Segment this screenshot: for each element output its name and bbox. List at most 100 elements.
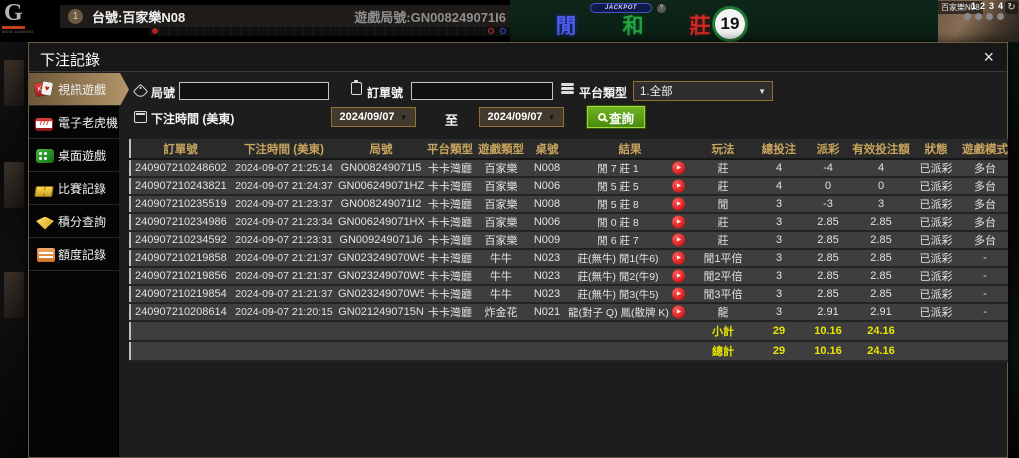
sidebar-item-match-records[interactable]: 比賽記錄 xyxy=(29,172,119,205)
sidebar-item-label: 積分查詢 xyxy=(58,213,106,230)
road-marker-icon xyxy=(152,28,158,34)
cell-play-type: 莊 xyxy=(692,177,754,195)
subtotal-valid-bet: 24.16 xyxy=(852,321,910,341)
sidebar-item-table-games[interactable]: 桌面遊戲 xyxy=(29,139,119,172)
grand-total-spacer xyxy=(130,341,692,361)
subtotal-status-empty xyxy=(910,321,962,341)
gem-icon xyxy=(36,217,54,230)
video-thumbnail[interactable]: 百家樂N08 1234 ↻ xyxy=(938,0,1019,46)
cards-icon xyxy=(35,81,53,98)
refresh-icon[interactable]: ↻ xyxy=(1005,1,1018,14)
close-icon[interactable]: × xyxy=(983,46,994,68)
cell-payout: 2.85 xyxy=(804,285,852,303)
sidebar-item-quota-records[interactable]: 額度記錄 xyxy=(29,238,119,271)
cell-result: 閒 6 莊 7 xyxy=(568,231,692,249)
cell-platform: 卡卡灣廳 xyxy=(424,231,476,249)
camera-tab-1[interactable]: 1 xyxy=(971,1,976,11)
cell-platform: 卡卡灣廳 xyxy=(424,285,476,303)
cell-game-type: 牛牛 xyxy=(476,267,526,285)
table-row: 2409072102349862024-09-07 21:23:34GN0062… xyxy=(130,213,1008,231)
bet-tie-button[interactable]: 和 xyxy=(605,14,661,40)
sidebar-item-slot-machines[interactable]: 電子老虎機 xyxy=(29,106,119,139)
bet-player-button[interactable]: 閒 xyxy=(538,14,594,40)
sidebar-item-label: 視訊遊戲 xyxy=(58,81,106,98)
play-video-button[interactable] xyxy=(672,216,685,229)
column-header-1: 下注時間 (美東) xyxy=(230,139,338,159)
modal-body: 視訊遊戲電子老虎機桌面遊戲比賽記錄積分查詢額度記錄 局號 訂單號 平台類型 1.… xyxy=(29,73,1007,457)
play-video-button[interactable] xyxy=(672,162,685,175)
chevron-down-icon: ▼ xyxy=(548,113,556,122)
cell-result: 閒 5 莊 5 xyxy=(568,177,692,195)
platform-type-value: 1.全部 xyxy=(640,83,673,99)
cell-platform: 卡卡灣廳 xyxy=(424,177,476,195)
logo-letter: G xyxy=(2,0,25,29)
column-header-0: 訂單號 xyxy=(130,139,230,159)
table-header-row: 訂單號下注時間 (美東)局號平台類型遊戲類型桌號結果玩法總投注派彩有效投注額狀態… xyxy=(130,139,1008,159)
camera-tab-3[interactable]: 3 xyxy=(989,1,994,11)
table-row: 2409072102198562024-09-07 21:21:37GN0232… xyxy=(130,267,1008,285)
cell-payout: 2.91 xyxy=(804,303,852,321)
cell-play-type: 閒 xyxy=(692,195,754,213)
cell-valid-bet: 2.91 xyxy=(852,303,910,321)
cell-total-bet: 3 xyxy=(754,249,804,267)
order-no-input[interactable] xyxy=(411,82,553,100)
cell-payout: 2.85 xyxy=(804,267,852,285)
column-header-2: 局號 xyxy=(338,139,424,159)
modal-title: 下注記錄 xyxy=(40,49,100,70)
cell-bet-time: 2024-09-07 21:21:37 xyxy=(230,267,338,285)
play-video-button[interactable] xyxy=(672,234,685,247)
cell-total-bet: 4 xyxy=(754,177,804,195)
cell-game-mode: - xyxy=(962,303,1008,321)
cell-valid-bet: 2.85 xyxy=(852,267,910,285)
game-topbar: 1 台號:百家樂N08 遊戲局號:GN008249071I6 xyxy=(60,5,510,28)
cell-payout: 2.85 xyxy=(804,231,852,249)
cell-result: 閒 0 莊 8 xyxy=(568,213,692,231)
camera-dot-icon[interactable] xyxy=(986,13,993,20)
play-video-button[interactable] xyxy=(672,306,685,319)
cell-status: 已派彩 xyxy=(910,195,962,213)
camera-tab-4[interactable]: 4 xyxy=(998,1,1003,11)
search-button[interactable]: 查詢 xyxy=(587,106,645,128)
slot-icon xyxy=(35,118,53,131)
play-video-button[interactable] xyxy=(672,198,685,211)
camera-dot-icon[interactable] xyxy=(964,13,971,20)
cell-order-no: 240907210219858 xyxy=(130,249,230,267)
cell-round-no: GN023249070W5 xyxy=(338,267,424,285)
player-road-dot-icon xyxy=(500,28,506,34)
cell-play-type: 閒3平倍 xyxy=(692,285,754,303)
cell-game-type: 牛牛 xyxy=(476,249,526,267)
background-thumb xyxy=(4,60,24,106)
modal-header: 下注記錄 × xyxy=(29,43,1007,72)
date-from-picker[interactable]: 2024/09/07 ▼ xyxy=(331,107,416,127)
camera-dot-icon[interactable] xyxy=(997,13,1004,20)
sidebar-item-points-query[interactable]: 積分查詢 xyxy=(29,205,119,238)
cell-total-bet: 3 xyxy=(754,213,804,231)
cell-table-no: N008 xyxy=(526,159,568,177)
play-video-button[interactable] xyxy=(672,180,685,193)
play-video-button[interactable] xyxy=(672,252,685,265)
camera-dot-icon[interactable] xyxy=(975,13,982,20)
cell-table-no: N006 xyxy=(526,213,568,231)
column-header-4: 遊戲類型 xyxy=(476,139,526,159)
subtotal-total-bet: 29 xyxy=(754,321,804,341)
jackpot-help-icon[interactable]: ? xyxy=(657,4,666,13)
play-video-button[interactable] xyxy=(672,288,685,301)
platform-type-select[interactable]: 1.全部 ▼ xyxy=(633,81,773,101)
cell-bet-time: 2024-09-07 21:23:34 xyxy=(230,213,338,231)
column-header-6: 結果 xyxy=(568,139,692,159)
round-no-input[interactable] xyxy=(179,82,329,100)
cell-order-no: 240907210219854 xyxy=(130,285,230,303)
sidebar-item-label: 桌面遊戲 xyxy=(58,147,106,164)
play-video-button[interactable] xyxy=(672,270,685,283)
background-right-strip xyxy=(1008,42,1019,458)
cell-total-bet: 4 xyxy=(754,159,804,177)
cell-round-no: GN006249071HZ xyxy=(338,177,424,195)
background-thumb xyxy=(4,272,24,318)
date-to-picker[interactable]: 2024/09/07 ▼ xyxy=(479,107,564,127)
sidebar-item-video-games[interactable]: 視訊遊戲 xyxy=(29,73,129,106)
cell-valid-bet: 2.85 xyxy=(852,285,910,303)
camera-tab-2[interactable]: 2 xyxy=(980,1,985,11)
cell-bet-time: 2024-09-07 21:23:31 xyxy=(230,231,338,249)
cell-result: 龍(對子 Q) 鳳(散牌 K) xyxy=(568,303,692,321)
order-no-label: 訂單號 xyxy=(367,84,403,101)
